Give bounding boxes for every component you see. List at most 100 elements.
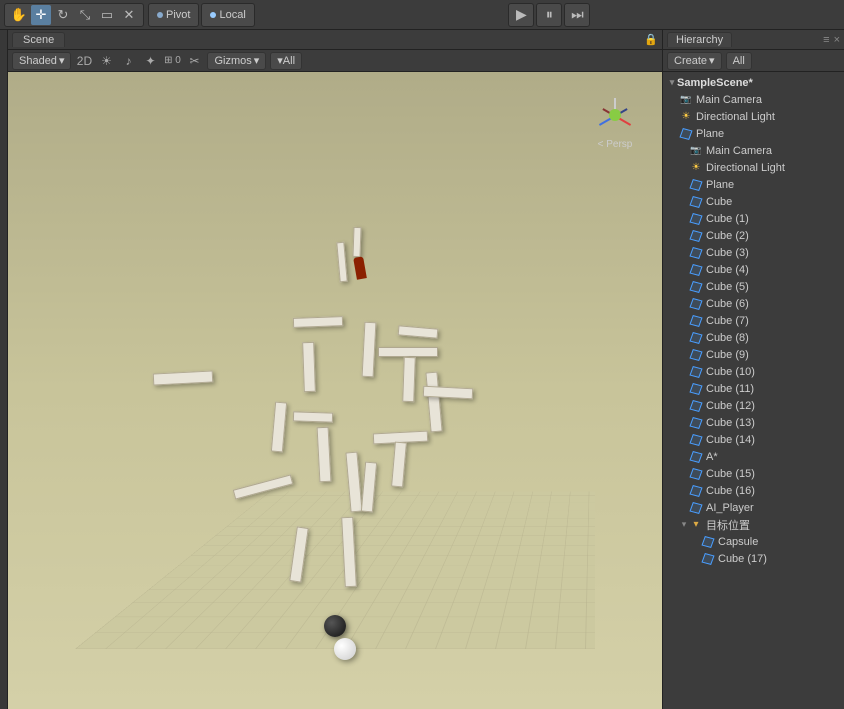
cube-icon-cube-17 — [701, 552, 715, 566]
cube-shape-cube-5 — [689, 280, 702, 292]
all-view-button[interactable]: ▾All — [270, 52, 302, 70]
label-cube-5: Cube (5) — [706, 281, 749, 293]
cube-icon-cube — [689, 195, 703, 209]
wall-19 — [289, 526, 309, 582]
hierarchy-item-cube-12[interactable]: Cube (12) — [663, 397, 844, 414]
grid-icon[interactable]: ⊞ 0 — [163, 52, 181, 70]
step-button[interactable]: ⏭ — [564, 3, 590, 27]
label-cube-12: Cube (12) — [706, 400, 755, 412]
hierarchy-item-cube-13[interactable]: Cube (13) — [663, 414, 844, 431]
combo-tool[interactable]: ✕ — [119, 5, 139, 25]
scene-root-item[interactable]: ▾ SampleScene* — [663, 74, 844, 91]
lighting-icon[interactable]: ☀ — [97, 52, 115, 70]
hierarchy-item-cube-4[interactable]: Cube (4) — [663, 261, 844, 278]
hierarchy-item-cube-9[interactable]: Cube (9) — [663, 346, 844, 363]
hierarchy-item-capsule[interactable]: Capsule — [663, 533, 844, 550]
label-cube-7: Cube (7) — [706, 315, 749, 327]
move-tool[interactable]: ✛ — [31, 5, 51, 25]
hierarchy-menu-icon[interactable]: ≡ — [823, 34, 829, 46]
fx-icon[interactable]: ✦ — [141, 52, 159, 70]
cube-shape-cube-8 — [689, 331, 702, 343]
pause-button[interactable]: ⏸ — [536, 3, 562, 27]
hierarchy-tab[interactable]: Hierarchy — [667, 32, 732, 47]
wall-5 — [302, 342, 316, 392]
hierarchy-item-main-camera[interactable]: 📷Main Camera — [663, 142, 844, 159]
wall-10 — [425, 372, 442, 433]
hierarchy-close-icon[interactable]: × — [834, 34, 840, 46]
rect-tool[interactable]: ▭ — [97, 5, 117, 25]
label-cube-13: Cube (13) — [706, 417, 755, 429]
player-icon — [353, 256, 367, 279]
main-camera-label: Main Camera — [696, 94, 762, 106]
wall-4 — [362, 322, 377, 378]
wall-8 — [402, 357, 416, 402]
hierarchy-item-cube-16[interactable]: Cube (16) — [663, 482, 844, 499]
hierarchy-item-cube-6[interactable]: Cube (6) — [663, 295, 844, 312]
scene-lock-icon[interactable]: 🔒 — [644, 33, 658, 46]
gizmo-center — [609, 109, 621, 121]
cube-icon-cube-13 — [689, 416, 703, 430]
local-button[interactable]: Local — [201, 3, 254, 27]
wall-6 — [378, 347, 438, 357]
hierarchy-item-cube-15[interactable]: Cube (15) — [663, 465, 844, 482]
hierarchy-item-cube-14[interactable]: Cube (14) — [663, 431, 844, 448]
hand-tool[interactable]: ✋ — [9, 5, 29, 25]
hierarchy-item-target-pos[interactable]: ▾▾目标位置 — [663, 516, 844, 533]
gizmos-button[interactable]: Gizmos ▾ — [207, 52, 266, 70]
cube-icon-cube-5 — [689, 280, 703, 294]
expand-arrow-target-pos[interactable]: ▾ — [679, 520, 689, 530]
hierarchy-toolbar: Create ▾ All — [663, 50, 844, 72]
cube-icon-cube-12 — [689, 399, 703, 413]
hierarchy-item-cube-17[interactable]: Cube (17) — [663, 550, 844, 567]
audio-icon[interactable]: ♪ — [119, 52, 137, 70]
cube-shape-cube-14 — [689, 433, 702, 445]
label-plane: Plane — [706, 179, 734, 191]
hierarchy-item-cube[interactable]: Cube — [663, 193, 844, 210]
shaded-button[interactable]: Shaded ▾ — [12, 52, 71, 70]
hierarchy-item-main-camera[interactable]: 📷 Main Camera — [663, 91, 844, 108]
layers-icon[interactable]: ✂ — [185, 52, 203, 70]
label-target-pos: 目标位置 — [706, 517, 750, 533]
hierarchy-item-cube-10[interactable]: Cube (10) — [663, 363, 844, 380]
cube-shape-cube-2 — [689, 229, 702, 241]
scene-tab[interactable]: Scene — [12, 32, 65, 47]
scene-viewport[interactable]: < Persp — [8, 72, 662, 709]
scene-expand-arrow[interactable]: ▾ — [667, 78, 677, 88]
wall-9 — [153, 370, 214, 385]
scene-tab-bar: Scene 🔒 — [8, 30, 662, 50]
camera-icon-main-camera: 📷 — [689, 144, 703, 158]
2d-button[interactable]: 2D — [75, 52, 93, 70]
hierarchy-item-cube-2[interactable]: Cube (2) — [663, 227, 844, 244]
create-button[interactable]: Create ▾ — [667, 52, 722, 70]
cube-icon-ai-player — [689, 501, 703, 515]
cube-shape-cube-7 — [689, 314, 702, 326]
label-cube-11: Cube (11) — [706, 383, 754, 395]
hierarchy-item-cube-7[interactable]: Cube (7) — [663, 312, 844, 329]
hierarchy-item-plane[interactable]: Plane — [663, 125, 844, 142]
hierarchy-item-cube-8[interactable]: Cube (8) — [663, 329, 844, 346]
hierarchy-item-cube-1[interactable]: Cube (1) — [663, 210, 844, 227]
wall-21 — [361, 462, 377, 513]
play-button[interactable]: ▶ — [508, 3, 534, 27]
cube-icon-cube-6 — [689, 297, 703, 311]
cube-icon-cube-8 — [689, 331, 703, 345]
hierarchy-item-plane[interactable]: Plane — [663, 176, 844, 193]
rotate-tool[interactable]: ↻ — [53, 5, 73, 25]
cube-shape-cube-3 — [689, 246, 702, 258]
scene-toolbar: Shaded ▾ 2D ☀ ♪ ✦ ⊞ 0 ✂ Gizmos ▾ ▾All — [8, 50, 662, 72]
all-filter-button[interactable]: All — [726, 52, 752, 70]
pivot-button[interactable]: Pivot — [148, 3, 199, 27]
hierarchy-item-cube-11[interactable]: Cube (11) — [663, 380, 844, 397]
persp-label: < Persp — [598, 139, 633, 150]
label-main-camera: Main Camera — [706, 145, 772, 157]
hierarchy-item-directional-light[interactable]: ☀Directional Light — [663, 159, 844, 176]
folder-icon-target-pos: ▾ — [689, 518, 703, 532]
hierarchy-item-cube-3[interactable]: Cube (3) — [663, 244, 844, 261]
hierarchy-item-cube-5[interactable]: Cube (5) — [663, 278, 844, 295]
hierarchy-item-ai-player[interactable]: AI_Player — [663, 499, 844, 516]
cube-shape-astar — [689, 450, 702, 462]
hierarchy-item-astar[interactable]: A* — [663, 448, 844, 465]
hierarchy-item-directional-light[interactable]: ☀ Directional Light — [663, 108, 844, 125]
wall-3 — [293, 316, 343, 328]
scale-tool[interactable]: ⤡ — [75, 5, 95, 25]
